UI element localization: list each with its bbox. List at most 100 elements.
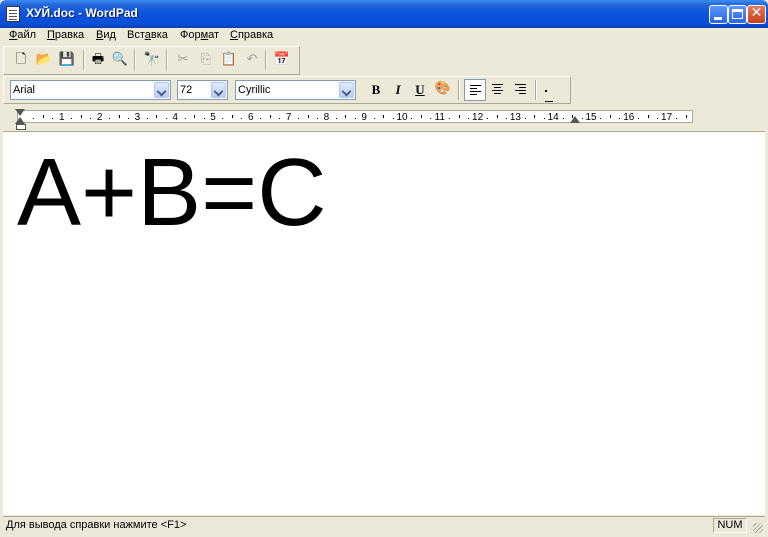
ruler-number: 2 xyxy=(96,112,103,123)
ruler-tick xyxy=(260,118,262,119)
ruler-number: 14 xyxy=(547,112,559,123)
right-indent-marker[interactable] xyxy=(570,116,580,123)
insert-datetime-icon[interactable]: 📅 xyxy=(273,51,291,69)
undo-icon[interactable]: ↶ xyxy=(243,51,261,69)
chevron-down-icon[interactable] xyxy=(211,82,226,98)
resize-grip[interactable] xyxy=(753,523,763,533)
document-area[interactable]: A+B=C xyxy=(3,131,765,515)
maximize-button[interactable] xyxy=(728,5,747,24)
ruler-tick xyxy=(269,115,271,118)
toolbar-separator xyxy=(458,80,460,100)
chevron-down-icon[interactable] xyxy=(339,82,354,98)
ruler-tick xyxy=(222,118,224,119)
font-name-value: Arial xyxy=(13,84,36,96)
align-center-icon xyxy=(492,84,503,96)
ruler-number: 4 xyxy=(172,112,178,123)
ruler-tick xyxy=(109,118,111,119)
toolbar-separator xyxy=(83,50,85,70)
toolbar-separator xyxy=(265,50,267,70)
align-right-icon xyxy=(515,84,526,96)
find-icon[interactable]: 🔭 xyxy=(143,51,161,69)
underline-button[interactable]: U xyxy=(410,81,430,99)
copy-icon[interactable]: ⎘ xyxy=(197,51,215,69)
ruler-tick xyxy=(647,115,649,118)
ruler-number: 8 xyxy=(323,112,330,123)
chevron-down-icon[interactable] xyxy=(154,82,169,98)
menu-help[interactable]: Справка xyxy=(230,29,273,41)
ruler-tick xyxy=(534,115,536,118)
ruler-number: 6 xyxy=(248,112,254,123)
ruler-tick xyxy=(80,115,82,118)
paste-icon[interactable]: 📋 xyxy=(220,51,238,69)
toolbar-separator xyxy=(166,50,168,70)
ruler-number: 15 xyxy=(585,112,597,123)
color-palette-icon[interactable]: 🎨 xyxy=(434,80,452,98)
menu-view[interactable]: Вид xyxy=(96,29,116,41)
wordpad-window: ХУЙ.doc - WordPad ✕ Файл Правка Вид Вста… xyxy=(0,0,768,537)
ruler-tick xyxy=(562,118,564,119)
ruler-tick xyxy=(194,115,196,118)
menu-file[interactable]: Файл xyxy=(9,29,36,41)
ruler[interactable]: 1 2 3 4 5 6 7 8 9 10 11 12 13 14 15 16 17 xyxy=(3,107,765,130)
ruler-tick xyxy=(676,118,678,119)
menu-bar: Файл Правка Вид Вставка Формат Справка xyxy=(3,28,765,45)
ruler-tick xyxy=(487,118,489,119)
first-line-indent-marker[interactable] xyxy=(15,109,25,116)
ruler-tick xyxy=(411,118,413,119)
ruler-tick xyxy=(33,118,35,119)
ruler-tick xyxy=(156,115,158,118)
ruler-number: 7 xyxy=(285,112,292,123)
menu-edit[interactable]: Правка xyxy=(47,29,84,41)
wordpad-app-icon[interactable] xyxy=(6,6,20,22)
align-left-button[interactable] xyxy=(464,79,486,101)
ruler-number: 13 xyxy=(509,112,521,123)
ruler-tick xyxy=(638,118,640,119)
print-icon[interactable]: 🖶 xyxy=(89,51,107,69)
save-icon[interactable]: 💾 xyxy=(58,51,76,69)
ruler-number: 1 xyxy=(59,112,65,123)
window-title: ХУЙ.doc - WordPad xyxy=(26,6,138,20)
ruler-tick xyxy=(335,118,337,119)
format-toolbar: Arial 72 Cyrillic B I U 🎨 xyxy=(3,76,571,150)
ruler-number: 9 xyxy=(361,112,367,123)
ruler-tick xyxy=(609,115,611,118)
bold-button[interactable]: B xyxy=(366,81,386,99)
script-value: Cyrillic xyxy=(238,84,271,96)
bullets-button[interactable] xyxy=(541,79,563,150)
title-bar[interactable]: ХУЙ.doc - WordPad ✕ xyxy=(0,0,768,28)
ruler-tick xyxy=(449,118,451,119)
status-bar: Для вывода справки нажмите <F1> NUM xyxy=(3,516,765,535)
status-message: Для вывода справки нажмите <F1> xyxy=(6,519,187,531)
ruler-tick xyxy=(685,115,687,118)
italic-button[interactable]: I xyxy=(388,81,408,99)
script-combo[interactable]: Cyrillic xyxy=(235,80,356,100)
open-icon[interactable]: 📂 xyxy=(35,51,53,69)
ruler-number: 3 xyxy=(134,112,141,123)
ruler-tick xyxy=(307,115,309,118)
minimize-button[interactable] xyxy=(709,5,728,24)
font-size-combo[interactable]: 72 xyxy=(177,80,228,100)
close-icon: ✕ xyxy=(750,5,763,21)
ruler-tick xyxy=(345,115,347,118)
menu-format[interactable]: Формат xyxy=(180,29,219,41)
cut-icon[interactable]: ✂ xyxy=(174,51,192,69)
ruler-tick xyxy=(420,115,422,118)
left-indent-marker[interactable] xyxy=(15,117,25,124)
align-center-button[interactable] xyxy=(487,79,509,101)
ruler-tick xyxy=(42,115,44,118)
close-button[interactable]: ✕ xyxy=(747,5,766,24)
align-right-button[interactable] xyxy=(510,79,532,101)
ruler-number: 5 xyxy=(210,112,216,123)
ruler-number: 12 xyxy=(472,112,484,123)
ruler-tick xyxy=(298,118,300,119)
ruler-tick xyxy=(600,118,602,119)
new-icon[interactable]: 🗋 xyxy=(12,51,30,69)
document-text[interactable]: A+B=C xyxy=(17,138,327,248)
left-margin-marker[interactable] xyxy=(16,124,26,130)
font-name-combo[interactable]: Arial xyxy=(10,80,171,100)
ruler-tick xyxy=(146,118,148,119)
print-preview-icon[interactable]: 🔍 xyxy=(111,51,129,69)
ruler-number: 11 xyxy=(434,112,445,123)
menu-insert[interactable]: Вставка xyxy=(127,29,168,41)
ruler-tick xyxy=(373,118,375,119)
